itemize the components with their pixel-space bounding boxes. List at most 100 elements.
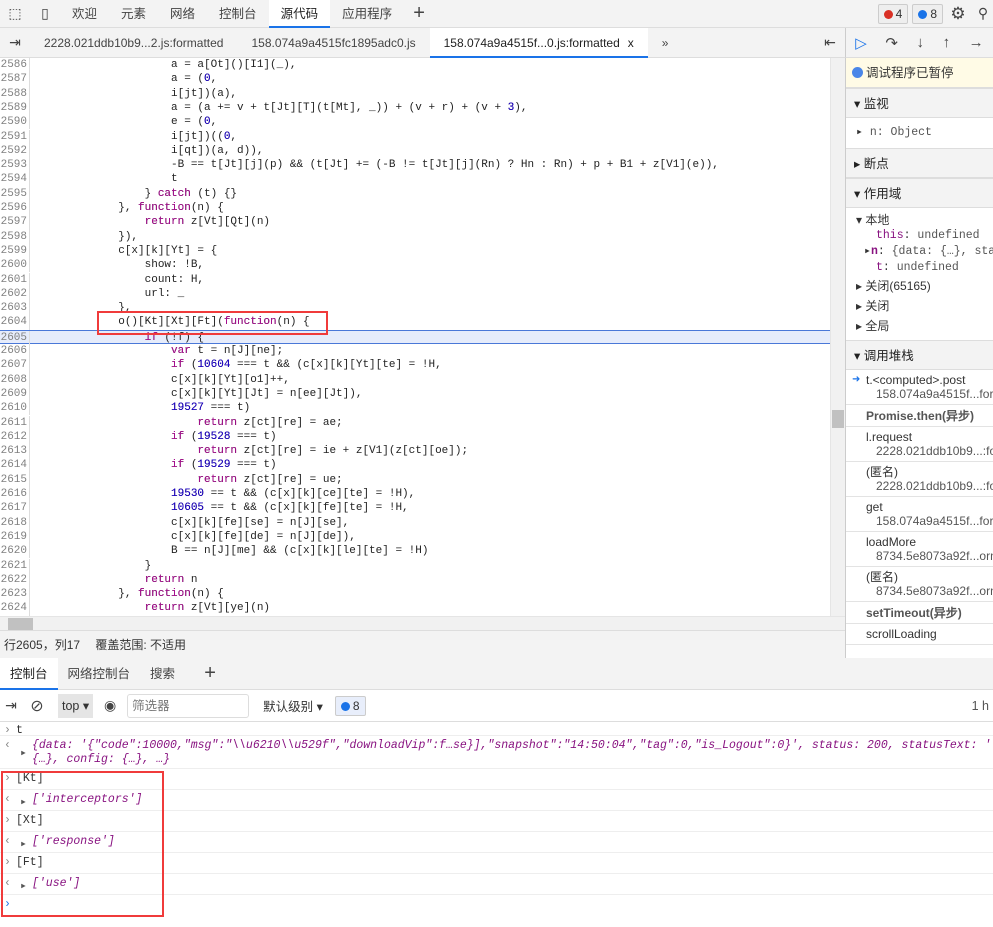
line-number[interactable]: 2596 [0,201,30,216]
scope-closure[interactable]: ▸ 关闭(65165) [846,276,993,296]
drawer-tab[interactable]: 控制台 [0,657,58,690]
code-line[interactable]: 2606 var t = n[J][ne]; var t = n[J][ne]; [0,344,830,359]
expand-triangle-icon[interactable]: ▸ [20,745,27,760]
callstack-section-header[interactable]: ▾ 调用堆栈 [846,340,993,370]
code-line[interactable]: 2592 i[qt])(a, d)), i[qt])(a, d)), [0,143,830,159]
code-line[interactable]: 2616 19530 == t && (c[x][k][ce][te] = !H… [0,487,830,502]
line-number[interactable]: 2604 [0,315,30,330]
gear-icon[interactable]: ⚙ [943,4,973,24]
code-line[interactable]: 2598 }), }), [0,229,830,244]
line-number[interactable]: 2602 [0,286,30,302]
step-out-icon[interactable]: ↑ [943,34,951,51]
code-line[interactable]: 2611 return z[ct][re] = ae; return z[ct]… [0,415,830,430]
code-line[interactable]: 2609 c[x][k][Yt][Jt] = n[ee][Jt]), c[x][… [0,386,830,402]
line-number[interactable]: 2592 [0,143,30,159]
line-number[interactable]: 2593 [0,158,30,173]
line-number[interactable]: 2601 [0,272,30,287]
line-number[interactable]: 2607 [0,358,30,373]
line-number[interactable]: 2621 [0,558,30,573]
code-line[interactable]: 2623 }, function(n) { }, function(n) { [0,587,830,602]
panel-tab[interactable]: 网络 [158,0,207,28]
code-editor[interactable]: 2586 a = a[Ot]()[I1](_), a = a[Ot]()[I1]… [0,58,830,616]
scope-section-header[interactable]: ▾ 作用域 [846,178,993,208]
line-number[interactable]: 2590 [0,115,30,130]
drawer-tab[interactable]: 搜索 [140,658,185,690]
line-number[interactable]: 2615 [0,472,30,487]
call-frame[interactable]: scrollLoading [846,624,993,645]
code-line[interactable]: 2624 return z[Vt][ye](n) return z[Vt][ye… [0,601,830,616]
line-number[interactable]: 2622 [0,572,30,588]
line-number[interactable]: 2609 [0,386,30,402]
code-line[interactable]: 2593 -B == t[Jt][j](p) && (t[Jt] += (-B … [0,158,830,173]
code-line[interactable]: 2595 } catch (t) {} } catch (t) {} [0,186,830,201]
file-tab[interactable]: 158.074a9a4515fc1895adc0.js [237,28,429,58]
code-vertical-scrollbar[interactable] [830,58,845,616]
console-message-badge[interactable]: 8 [334,695,366,716]
call-frame[interactable]: ➜ t.<computed>.post158.074a9a4515f...form… [846,370,993,405]
line-number[interactable]: 2613 [0,444,30,459]
code-line[interactable]: 2610 19527 === t) 19527 === t) [0,401,830,416]
code-line[interactable]: 2620 B == n[J][me] && (c[x][k][le][te] =… [0,544,830,559]
code-line[interactable]: 2602 url: _ url: _ [0,286,830,302]
line-number[interactable]: 2618 [0,515,30,530]
panel-tab[interactable]: 源代码 [268,0,331,28]
call-frame[interactable]: l.request2228.021ddb10b9...:formatted [846,427,993,462]
watch-item[interactable]: ▸ n: Object [846,118,993,148]
code-line[interactable]: 2591 i[jt])((0, i[jt])((0, [0,129,830,144]
scope-var[interactable]: ▸n: {data: {…}, status: 200 [846,244,993,260]
context-selector[interactable]: top ▾ [58,693,94,718]
log-level-selector[interactable]: 默认级别 ▾ [263,696,323,715]
line-number[interactable]: 2605 [0,330,30,345]
step-into-icon[interactable]: ↓ [917,34,925,51]
panel-tab[interactable]: 元素 [109,0,158,28]
file-tab[interactable]: 2228.021ddb10b9...2.js:formatted [30,28,237,58]
inspect-element-icon[interactable]: ⬚ [0,5,30,22]
watch-section-header[interactable]: ▾ 监视 [846,88,993,118]
live-expression-icon[interactable]: ◉ [99,697,121,714]
console-entry[interactable]: › t [0,722,993,736]
code-line[interactable]: 2621 } } [0,558,830,573]
line-number[interactable]: 2591 [0,129,30,144]
line-number[interactable]: 2617 [0,501,30,516]
toggle-navigator-icon[interactable]: ⇥ [0,34,30,51]
call-frame[interactable]: (匿名)2228.021ddb10b9...:formatted [846,462,993,497]
add-panel-icon[interactable]: + [404,2,434,25]
call-frame[interactable]: (匿名)8734.5e8073a92f...ormatted [846,567,993,602]
message-count-badge[interactable]: 8 [912,3,943,24]
scope-closure[interactable]: ▸ 关闭 [846,296,993,316]
line-number[interactable]: 2598 [0,229,30,244]
code-line[interactable]: 2586 a = a[Ot]()[I1](_), a = a[Ot]()[I1]… [0,58,830,73]
line-number[interactable]: 2594 [0,172,30,187]
line-number[interactable]: 2603 [0,301,30,316]
file-tab[interactable]: 158.074a9a4515f...0.js:formatted x [429,27,648,58]
code-line[interactable]: 2590 e = (0, e = (0, [0,115,830,130]
customize-icon[interactable]: ⚲ [973,5,993,22]
line-number[interactable]: 2611 [0,415,30,430]
line-number[interactable]: 2614 [0,458,30,473]
panel-tab[interactable]: 控制台 [207,0,269,28]
code-line[interactable]: 2618 c[x][k][fe][se] = n[J][se], c[x][k]… [0,515,830,530]
breakpoints-section-header[interactable]: ▸ 断点 [846,148,993,178]
line-number[interactable]: 2612 [0,429,30,445]
code-line[interactable]: 2599 c[x][k][Yt] = { c[x][k][Yt] = { [0,243,830,259]
code-line[interactable]: 2619 c[x][k][fe][de] = n[J][de]), c[x][k… [0,529,830,545]
line-number[interactable]: 2610 [0,401,30,416]
code-line[interactable]: 2601 count: H, count: H, [0,272,830,287]
line-number[interactable]: 2600 [0,258,30,273]
code-line[interactable]: 2612 if (19528 === t) if (19528 === t) [0,429,830,445]
line-number[interactable]: 2624 [0,601,30,616]
code-horizontal-scrollbar[interactable] [0,616,845,630]
code-line[interactable]: 2596 }, function(n) { }, function(n) { [0,201,830,216]
code-line[interactable]: 2608 c[x][k][Yt][o1]++, c[x][k][Yt][o1]+… [0,372,830,387]
line-number[interactable]: 2587 [0,72,30,87]
drawer-tab[interactable]: 网络控制台 [58,658,141,690]
code-line[interactable]: 2614 if (19529 === t) if (19529 === t) [0,458,830,473]
device-toggle-icon[interactable]: ▯ [30,5,60,22]
line-number[interactable]: 2599 [0,243,30,259]
code-line[interactable]: 2600 show: !B, show: !B, [0,258,830,273]
code-line[interactable]: 2589 a = (a += v + t[Jt][T](t[Mt], _)) +… [0,100,830,116]
toggle-debugger-icon[interactable]: ⇤ [815,34,845,51]
line-number[interactable]: 2619 [0,529,30,545]
code-line[interactable]: 2613 return z[ct][re] = ie + z[V1](z[ct]… [0,444,830,459]
code-line[interactable]: 2587 a = (0, a = (0, [0,72,830,87]
